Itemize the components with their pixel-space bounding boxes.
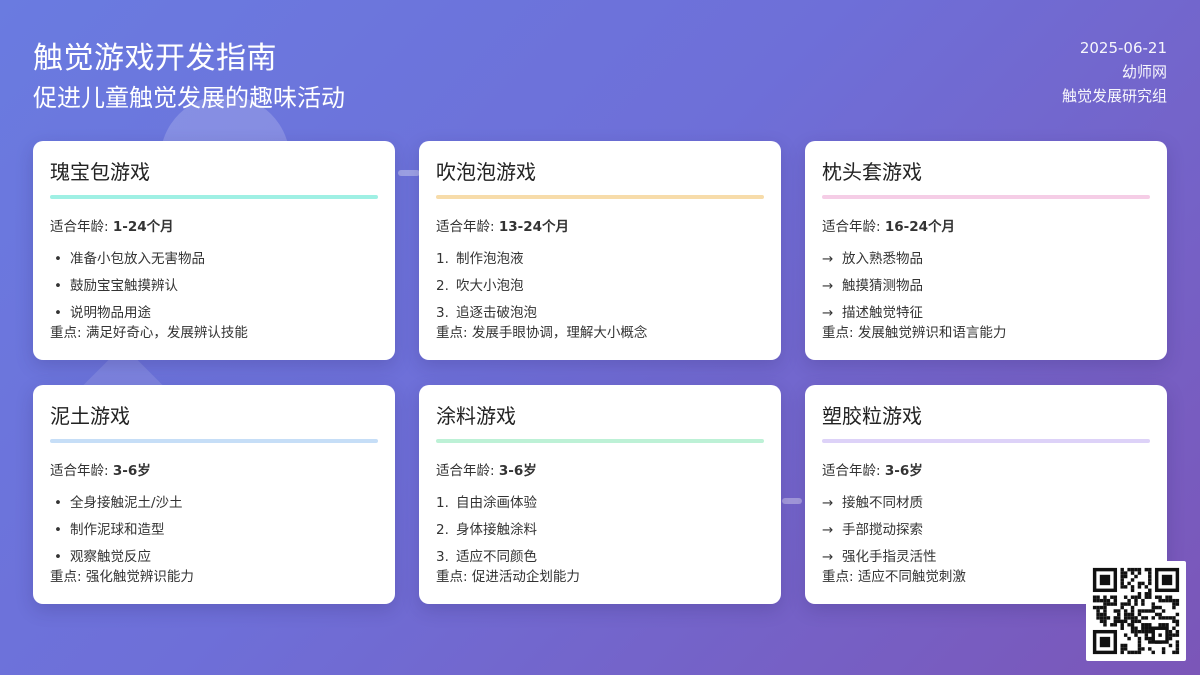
list-item: → 接触不同材质	[822, 493, 1150, 520]
game-card: 枕头套游戏 适合年龄: 16-24个月 → 放入熟悉物品 → 触摸猜测物品 → 描述触觉特征重…	[805, 141, 1167, 360]
age-label: 适合年龄:	[50, 463, 113, 479]
card-focus: 重点: 促进活动企划能力	[436, 569, 580, 585]
list-number: 2.	[436, 522, 449, 538]
card-title: 塑胶粒游戏	[822, 404, 922, 428]
game-card: 瑰宝包游戏 适合年龄: 1-24个月 • 准备小包放入无害物品 • 鼓励宝宝触摸辨认 • 说明…	[33, 141, 395, 360]
list-item: 1. 自由涂画体验	[436, 493, 764, 520]
age-value: 3-6岁	[498, 463, 537, 479]
arrow-right-icon: →	[822, 495, 834, 511]
list-number: 1.	[436, 251, 449, 267]
decorative-dash	[782, 498, 802, 504]
header-meta: 2025-06-21 幼师网 触觉发展研究组	[1062, 36, 1167, 108]
card-age: 适合年龄: 16-24个月	[822, 215, 1150, 235]
age-label: 适合年龄:	[822, 219, 885, 235]
card-accent-bar	[436, 439, 764, 443]
card-title: 枕头套游戏	[822, 160, 922, 184]
qr-code-icon[interactable]	[1086, 561, 1186, 661]
age-value: 3-6岁	[884, 463, 923, 479]
card-title: 泥土游戏	[50, 404, 130, 428]
card-steps-list: → 放入熟悉物品 → 触摸猜测物品 → 描述触觉特征	[822, 249, 1150, 330]
card-accent-bar	[50, 439, 378, 443]
list-item-text: 自由涂画体验	[456, 495, 537, 511]
list-item: • 全身接触泥土/沙土	[50, 493, 378, 520]
list-item-text: 制作泥球和造型	[70, 522, 165, 538]
card-focus: 重点: 强化触觉辨识能力	[50, 569, 194, 585]
age-label: 适合年龄:	[822, 463, 885, 479]
list-item-text: 全身接触泥土/沙土	[70, 495, 183, 511]
age-label: 适合年龄:	[436, 219, 499, 235]
list-item-text: 准备小包放入无害物品	[70, 251, 205, 267]
card-accent-bar	[822, 439, 1150, 443]
age-value: 1-24个月	[112, 219, 174, 235]
card-focus: 重点: 满足好奇心，发展辨认技能	[50, 325, 248, 341]
arrow-right-icon: →	[822, 522, 834, 538]
age-label: 适合年龄:	[50, 219, 113, 235]
date-text: 2025-06-21	[1079, 39, 1167, 57]
list-number: 1.	[436, 495, 449, 511]
card-age: 适合年龄: 3-6岁	[50, 459, 378, 479]
list-item-text: 手部搅动探索	[842, 522, 923, 538]
game-card: 泥土游戏 适合年龄: 3-6岁 • 全身接触泥土/沙土 • 制作泥球和造型 • 观察触觉反应重…	[33, 385, 395, 604]
arrow-right-icon: →	[822, 278, 834, 294]
list-item: → 触摸猜测物品	[822, 276, 1150, 303]
list-item-text: 触摸猜测物品	[842, 278, 923, 294]
list-item: 1. 制作泡泡液	[436, 249, 764, 276]
bullet-icon: •	[54, 495, 62, 511]
bullet-icon: •	[54, 278, 62, 294]
age-value: 13-24个月	[498, 219, 570, 235]
card-focus: 重点: 发展手眼协调，理解大小概念	[436, 325, 648, 341]
game-card: 吹泡泡游戏 适合年龄: 13-24个月 1. 制作泡泡液 2. 吹大小泡泡 3. 追逐击破泡泡…	[419, 141, 781, 360]
list-number: 2.	[436, 278, 449, 294]
card-age: 适合年龄: 3-6岁	[822, 459, 1150, 479]
age-value: 3-6岁	[112, 463, 151, 479]
decorative-dash	[398, 170, 420, 176]
list-item-text: 接触不同材质	[842, 495, 923, 511]
card-title: 瑰宝包游戏	[50, 160, 150, 184]
list-item: → 手部搅动探索	[822, 520, 1150, 547]
card-age: 适合年龄: 3-6岁	[436, 459, 764, 479]
page-subtitle: 促进儿童触觉发展的趣味活动	[33, 84, 345, 112]
card-title: 吹泡泡游戏	[436, 160, 536, 184]
list-item: → 放入熟悉物品	[822, 249, 1150, 276]
list-item-text: 放入熟悉物品	[842, 251, 923, 267]
bullet-icon: •	[54, 522, 62, 538]
page-title: 触觉游戏开发指南	[33, 41, 277, 76]
list-item-text: 鼓励宝宝触摸辨认	[70, 278, 178, 294]
list-item: 2. 身体接触涂料	[436, 520, 764, 547]
card-accent-bar	[822, 195, 1150, 199]
card-steps-list: 1. 自由涂画体验 2. 身体接触涂料 3. 适应不同颜色	[436, 493, 764, 574]
card-steps-list: • 准备小包放入无害物品 • 鼓励宝宝触摸辨认 • 说明物品用途	[50, 249, 378, 330]
age-value: 16-24个月	[884, 219, 956, 235]
card-age: 适合年龄: 1-24个月	[50, 215, 378, 235]
list-item-text: 制作泡泡液	[456, 251, 524, 267]
card-age: 适合年龄: 13-24个月	[436, 215, 764, 235]
card-steps-list: • 全身接触泥土/沙土 • 制作泥球和造型 • 观察触觉反应	[50, 493, 378, 574]
card-title: 涂料游戏	[436, 404, 516, 428]
bullet-icon: •	[54, 251, 62, 267]
age-label: 适合年龄:	[436, 463, 499, 479]
list-item-text: 吹大小泡泡	[456, 278, 524, 294]
group-name: 触觉发展研究组	[1061, 87, 1167, 105]
list-item: • 鼓励宝宝触摸辨认	[50, 276, 378, 303]
card-focus: 重点: 适应不同触觉刺激	[822, 569, 966, 585]
list-item-text: 身体接触涂料	[456, 522, 537, 538]
arrow-right-icon: →	[822, 251, 834, 267]
card-accent-bar	[50, 195, 378, 199]
card-focus: 重点: 发展触觉辨识和语言能力	[822, 325, 1007, 341]
card-accent-bar	[436, 195, 764, 199]
list-item: • 准备小包放入无害物品	[50, 249, 378, 276]
list-item: 2. 吹大小泡泡	[436, 276, 764, 303]
list-item: • 制作泥球和造型	[50, 520, 378, 547]
card-steps-list: 1. 制作泡泡液 2. 吹大小泡泡 3. 追逐击破泡泡	[436, 249, 764, 330]
game-card: 涂料游戏 适合年龄: 3-6岁 1. 自由涂画体验 2. 身体接触涂料 3. 适应不同颜色 重点…	[419, 385, 781, 604]
site-name: 幼师网	[1121, 63, 1167, 81]
